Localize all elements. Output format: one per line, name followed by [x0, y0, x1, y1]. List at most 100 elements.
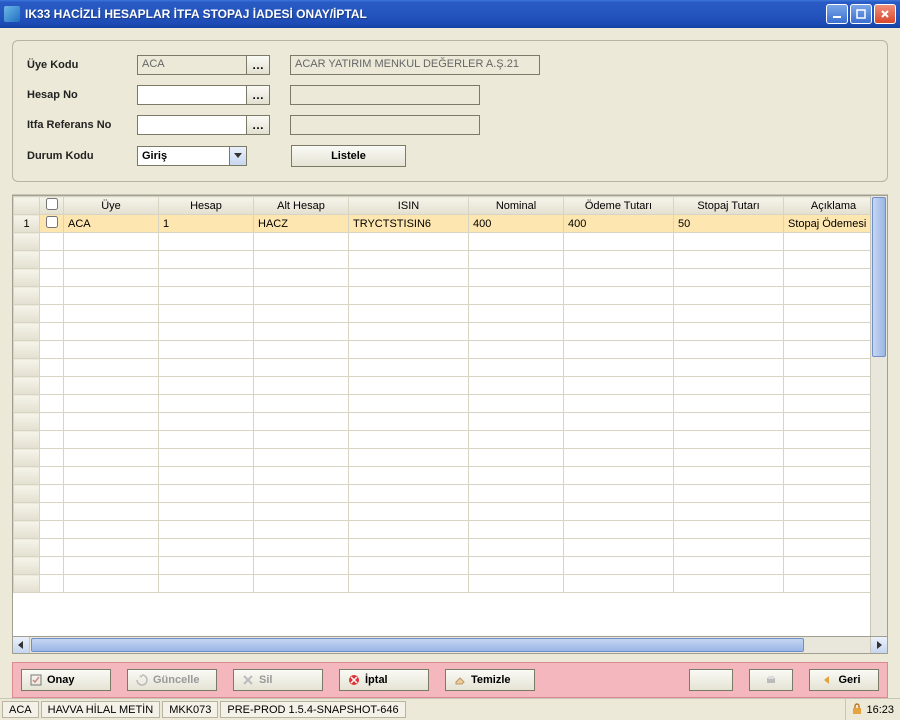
geri-button[interactable]: Geri [809, 669, 879, 691]
table-row[interactable] [14, 521, 871, 539]
cell-nominal [469, 521, 564, 539]
guncelle-button[interactable]: Güncelle [127, 669, 217, 691]
table-row[interactable] [14, 503, 871, 521]
table-row[interactable]: 1ACA1HACZTRYCTSTISIN640040050Stopaj Ödem… [14, 215, 871, 233]
iptal-button[interactable]: İptal [339, 669, 429, 691]
row-index-cell [14, 431, 40, 449]
table-row[interactable] [14, 251, 871, 269]
row-checkbox-cell[interactable] [40, 377, 64, 395]
listele-button[interactable]: Listele [291, 145, 406, 167]
horizontal-scrollbar[interactable] [12, 637, 888, 654]
row-index-cell [14, 395, 40, 413]
maximize-button[interactable] [850, 4, 872, 24]
cell-alt_hesap [254, 431, 349, 449]
row-checkbox-cell[interactable] [40, 305, 64, 323]
table-row[interactable] [14, 323, 871, 341]
row-checkbox-cell[interactable] [40, 395, 64, 413]
row-index-cell [14, 557, 40, 575]
print-button[interactable] [749, 669, 793, 691]
table-row[interactable] [14, 557, 871, 575]
table-row[interactable] [14, 377, 871, 395]
row-checkbox-cell[interactable] [40, 233, 64, 251]
horizontal-scrollbar-thumb[interactable] [31, 638, 804, 652]
cell-alt_hesap [254, 359, 349, 377]
row-header-col [14, 197, 40, 215]
cell-odeme_tutari [564, 395, 674, 413]
table-row[interactable] [14, 287, 871, 305]
table-row[interactable] [14, 539, 871, 557]
row-checkbox-cell[interactable] [40, 431, 64, 449]
row-checkbox-cell[interactable] [40, 215, 64, 233]
table-row[interactable] [14, 467, 871, 485]
temizle-button[interactable]: Temizle [445, 669, 535, 691]
col-alt-hesap[interactable]: Alt Hesap [254, 197, 349, 215]
cell-uye [64, 251, 159, 269]
row-checkbox-cell[interactable] [40, 503, 64, 521]
col-hesap[interactable]: Hesap [159, 197, 254, 215]
cell-uye [64, 485, 159, 503]
cell-isin [349, 413, 469, 431]
uye-kodu-lookup-button[interactable]: … [246, 55, 270, 75]
cell-odeme_tutari [564, 539, 674, 557]
row-checkbox-cell[interactable] [40, 269, 64, 287]
col-uye[interactable]: Üye [64, 197, 159, 215]
row-checkbox-cell[interactable] [40, 359, 64, 377]
table-row[interactable] [14, 449, 871, 467]
row-checkbox-cell[interactable] [40, 575, 64, 593]
table-row[interactable] [14, 305, 871, 323]
cell-alt_hesap [254, 341, 349, 359]
row-checkbox-cell[interactable] [40, 521, 64, 539]
table-row[interactable] [14, 269, 871, 287]
checkbox-col-header[interactable] [40, 197, 64, 215]
approve-icon [30, 674, 42, 686]
itfa-ref-lookup-button[interactable]: … [246, 115, 270, 135]
sil-button[interactable]: Sil [233, 669, 323, 691]
row-checkbox-cell[interactable] [40, 287, 64, 305]
table-row[interactable] [14, 233, 871, 251]
hesap-no-input[interactable] [137, 85, 247, 105]
cell-hesap [159, 251, 254, 269]
row-index-cell: 1 [14, 215, 40, 233]
cell-alt_hesap [254, 269, 349, 287]
cell-stopaj_tutari [674, 431, 784, 449]
cell-nominal [469, 539, 564, 557]
cell-nominal [469, 341, 564, 359]
minimize-button[interactable] [826, 4, 848, 24]
row-checkbox-cell[interactable] [40, 449, 64, 467]
itfa-ref-input[interactable] [137, 115, 247, 135]
row-checkbox-cell[interactable] [40, 539, 64, 557]
extra-button-1[interactable] [689, 669, 733, 691]
cell-stopaj_tutari [674, 305, 784, 323]
table-row[interactable] [14, 485, 871, 503]
vertical-scrollbar[interactable] [870, 196, 887, 636]
col-nominal[interactable]: Nominal [469, 197, 564, 215]
row-checkbox[interactable] [46, 216, 58, 228]
scroll-left-button[interactable] [13, 637, 30, 653]
row-checkbox-cell[interactable] [40, 323, 64, 341]
durum-kodu-select[interactable]: Giriş [137, 146, 247, 166]
table-row[interactable] [14, 575, 871, 593]
col-aciklama[interactable]: Açıklama [784, 197, 871, 215]
row-checkbox-cell[interactable] [40, 413, 64, 431]
col-isin[interactable]: ISIN [349, 197, 469, 215]
col-stopaj-tutari[interactable]: Stopaj Tutarı [674, 197, 784, 215]
row-checkbox-cell[interactable] [40, 251, 64, 269]
table-row[interactable] [14, 431, 871, 449]
select-all-checkbox[interactable] [46, 198, 58, 210]
row-checkbox-cell[interactable] [40, 341, 64, 359]
row-checkbox-cell[interactable] [40, 485, 64, 503]
cell-aciklama [784, 269, 871, 287]
table-row[interactable] [14, 395, 871, 413]
close-button[interactable] [874, 4, 896, 24]
hesap-no-lookup-button[interactable]: … [246, 85, 270, 105]
cell-hesap [159, 287, 254, 305]
table-row[interactable] [14, 413, 871, 431]
col-odeme-tutari[interactable]: Ödeme Tutarı [564, 197, 674, 215]
row-checkbox-cell[interactable] [40, 557, 64, 575]
vertical-scrollbar-thumb[interactable] [872, 197, 886, 357]
scroll-right-button[interactable] [870, 637, 887, 653]
row-checkbox-cell[interactable] [40, 467, 64, 485]
table-row[interactable] [14, 341, 871, 359]
table-row[interactable] [14, 359, 871, 377]
onay-button[interactable]: Onay [21, 669, 111, 691]
